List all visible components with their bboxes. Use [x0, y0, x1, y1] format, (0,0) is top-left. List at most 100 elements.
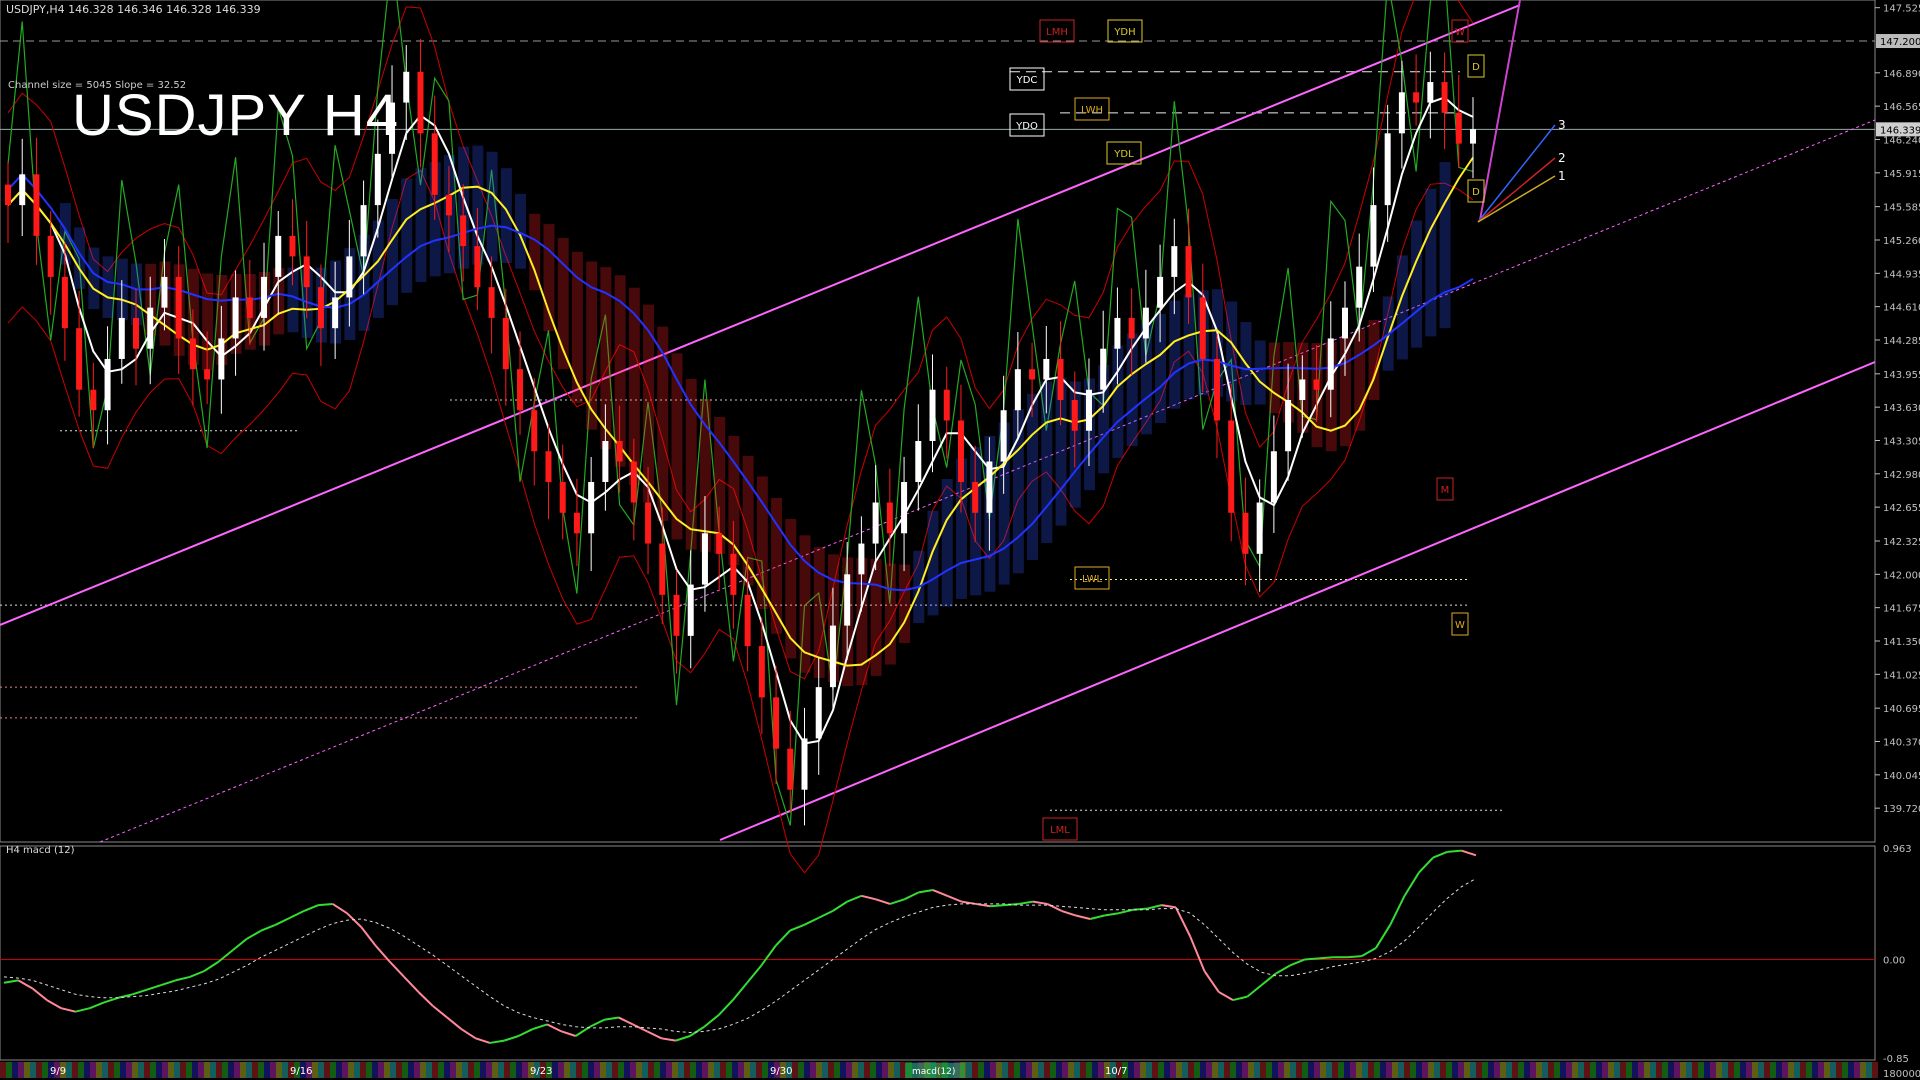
candle-body	[1370, 205, 1377, 267]
date-strip-cell	[636, 1062, 642, 1078]
date-strip-cell	[1032, 1062, 1038, 1078]
macd-segment	[532, 1023, 548, 1030]
date-strip-cell	[876, 1062, 882, 1078]
macd-segment	[175, 975, 191, 982]
date-strip-cell	[1872, 1062, 1878, 1078]
macd-segment	[189, 970, 205, 978]
date-strip-cell	[1272, 1062, 1278, 1078]
date-strip-cell	[438, 1062, 444, 1078]
macd-segment	[332, 903, 348, 915]
candle-body	[901, 482, 908, 534]
level-box-label-ydl: YDL	[1113, 149, 1134, 160]
date-strip-cell	[1230, 1062, 1236, 1078]
date-strip-cell	[1320, 1062, 1326, 1078]
date-strip-cell	[1038, 1062, 1044, 1078]
macd-segment	[975, 902, 991, 908]
date-strip-cell	[660, 1062, 666, 1078]
date-strip-cell	[1164, 1062, 1170, 1078]
date-strip-cell	[1554, 1062, 1560, 1078]
date-strip-cell	[1566, 1062, 1572, 1078]
date-strip-cell	[42, 1062, 48, 1078]
macd-segment	[661, 1037, 676, 1042]
candle-body	[972, 482, 979, 513]
candle-body	[517, 369, 524, 411]
date-label: 10/7	[1105, 1066, 1127, 1077]
date-strip-cell	[1836, 1062, 1842, 1078]
date-strip-cell	[990, 1062, 996, 1078]
date-strip-cell	[1044, 1062, 1050, 1078]
date-strip-cell	[312, 1062, 318, 1078]
date-strip-cell	[102, 1062, 108, 1078]
date-strip-cell	[1206, 1062, 1212, 1078]
price-chart[interactable]: 3 2 1 LMH YDH YDC YDO LWH YDL LWL LML W D D M W 147.525…	[0, 0, 1920, 1080]
date-strip-cell	[1242, 1062, 1248, 1078]
macd-segment	[932, 889, 948, 897]
macd-segment	[518, 1028, 534, 1037]
date-strip-cell	[420, 1062, 426, 1078]
date-strip-cell	[24, 1062, 30, 1078]
macd-segment	[160, 979, 176, 986]
candle-body	[758, 646, 765, 698]
candle-body	[1171, 246, 1178, 277]
macd-segment	[1061, 909, 1077, 917]
date-strip-cell	[1260, 1062, 1266, 1078]
date-strip-cell	[114, 1062, 120, 1078]
date-strip-cell	[1524, 1062, 1530, 1078]
date-strip-cell	[996, 1062, 1002, 1078]
date-strip-cell	[966, 1062, 972, 1078]
date-strip-cell	[1458, 1062, 1464, 1078]
date-strip-cell	[1416, 1062, 1422, 1078]
candle-body	[189, 338, 196, 370]
date-strip-cell	[1788, 1062, 1794, 1078]
candle-body	[445, 194, 452, 216]
date-strip-cell	[690, 1062, 696, 1078]
cloud-cell	[102, 256, 114, 318]
candle-body	[773, 697, 780, 749]
date-strip-cell	[564, 1062, 570, 1078]
date-strip-cell	[318, 1062, 324, 1078]
macd-segment	[303, 904, 319, 912]
date-strip-cell	[228, 1062, 234, 1078]
cloud-cell	[387, 198, 399, 306]
macd-segment	[1389, 895, 1406, 926]
candle-body	[687, 584, 694, 636]
price-axis: 147.525 146.890 146.565 146.240 145.915 145.5…	[1875, 4, 1920, 815]
date-strip-cell	[1854, 1062, 1860, 1078]
price-tick-label: 145.260	[1883, 236, 1920, 247]
macd-segment	[346, 912, 362, 928]
date-strip-cell	[258, 1062, 264, 1078]
macd-segment	[1304, 957, 1319, 961]
date-strip-cell	[756, 1062, 762, 1078]
date-strip-cell	[798, 1062, 804, 1078]
candle-body	[1228, 420, 1235, 513]
date-strip-cell	[1350, 1062, 1356, 1078]
date-strip-cell	[180, 1062, 186, 1078]
date-strip-cell	[120, 1062, 126, 1078]
date-strip-cell	[1746, 1062, 1752, 1078]
date-strip-cell	[0, 1062, 6, 1078]
ohlc-readout: USDJPY,H4 146.328 146.346 146.328 146.33…	[6, 3, 261, 16]
date-strip-cell	[246, 1062, 252, 1078]
macd-segment	[417, 991, 434, 1007]
date-strip-cell	[1410, 1062, 1416, 1078]
macd-segment	[846, 894, 862, 903]
level-box-label-ydh: YDH	[1113, 27, 1135, 38]
date-strip-cell	[6, 1062, 12, 1078]
date-strip-cell	[336, 1062, 342, 1078]
price-tick-label: 144.610	[1883, 303, 1920, 314]
level-box-label-w: W	[1455, 620, 1465, 631]
date-strip-cell	[1542, 1062, 1548, 1078]
date-strip-cell	[1698, 1062, 1704, 1078]
date-strip-cell	[1752, 1062, 1758, 1078]
macd-segment	[475, 1037, 491, 1044]
date-strip-cell	[282, 1062, 288, 1078]
date-strip-cell	[804, 1062, 810, 1078]
candle-body	[317, 287, 324, 329]
candle-body	[232, 297, 239, 339]
date-strip-cell	[1362, 1062, 1368, 1078]
date-strip-cell	[1296, 1062, 1302, 1078]
cloud-cell	[1354, 329, 1366, 431]
price-tick-label: 145.585	[1883, 203, 1920, 214]
macd-segment	[861, 894, 877, 901]
date-strip-cell	[1560, 1062, 1566, 1078]
